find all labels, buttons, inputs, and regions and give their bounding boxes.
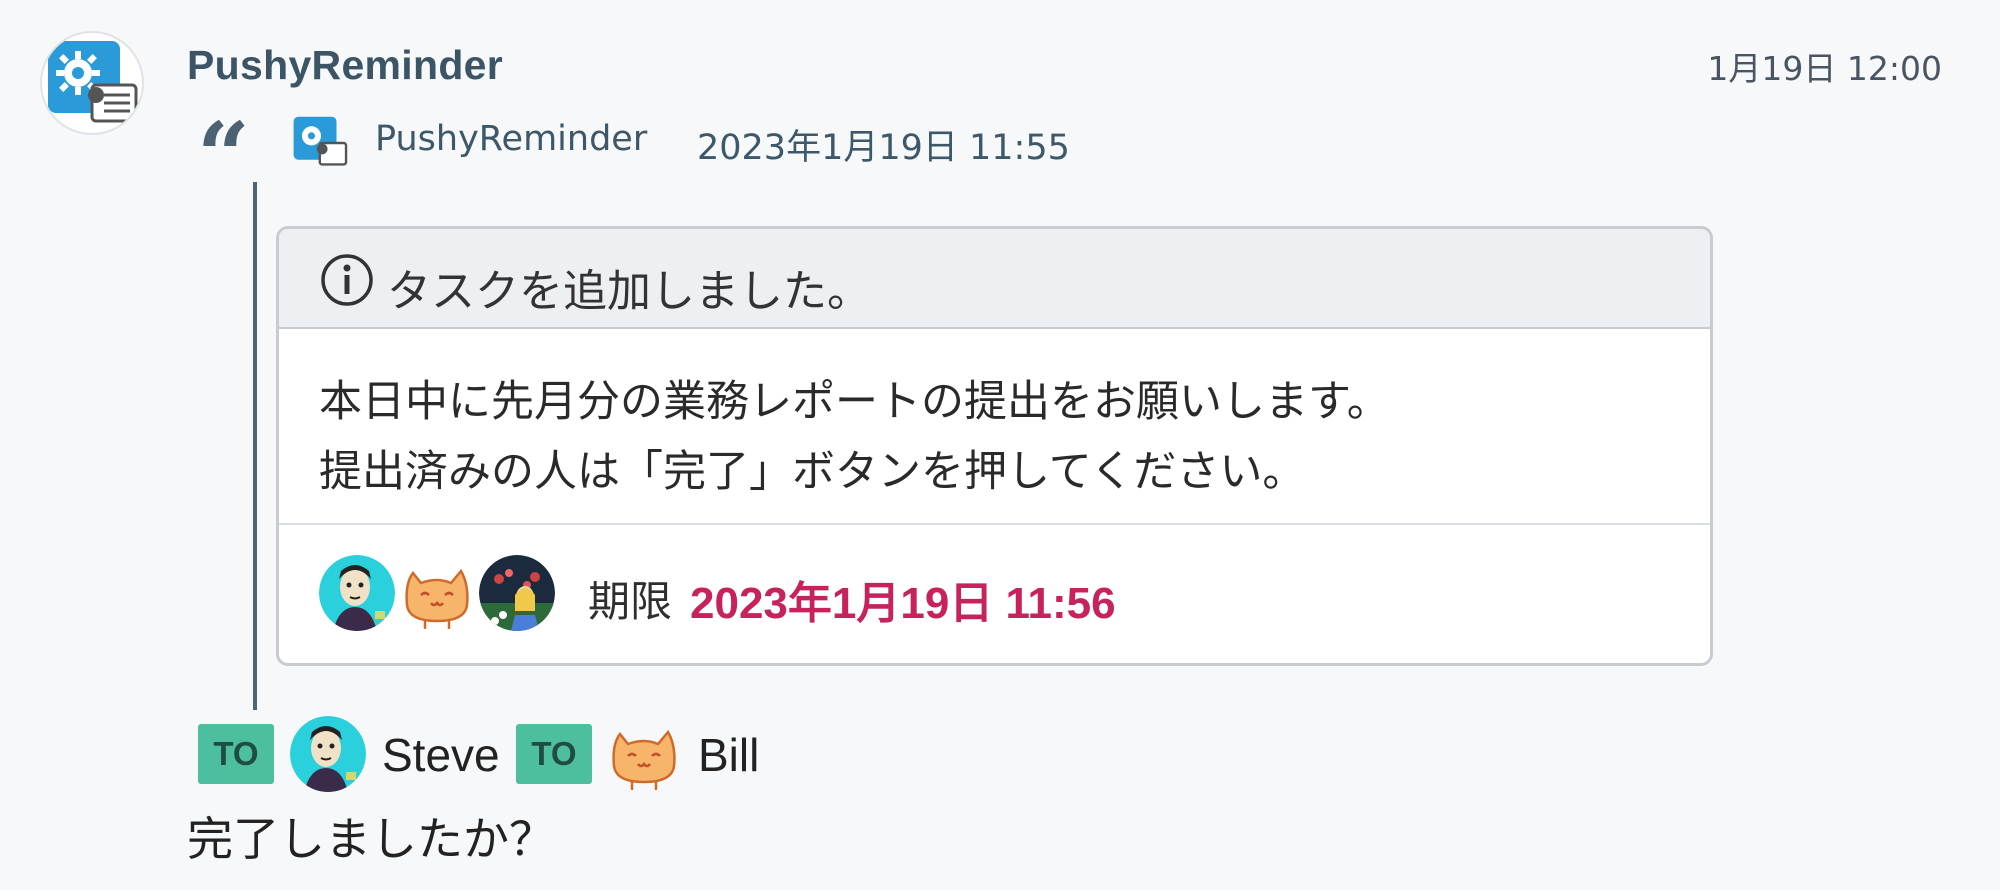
sender-avatar[interactable] <box>40 31 144 135</box>
quote-sender-avatar <box>290 112 352 174</box>
to-avatar-bill[interactable] <box>606 716 682 792</box>
to-badge: TO <box>198 724 274 784</box>
to-name-steve[interactable]: Steve <box>382 728 500 782</box>
info-icon <box>321 254 373 306</box>
to-name-bill[interactable]: Bill <box>698 728 759 782</box>
cat-avatar-icon <box>405 568 469 629</box>
task-header: タスクを追加しました。 <box>279 229 1710 329</box>
cat-avatar-icon <box>612 729 676 790</box>
task-footer: 期限 2023年1月19日 11:56 <box>279 525 1710 663</box>
quote-date: 2023年1月19日 11:55 <box>697 128 1070 168</box>
sender-name[interactable]: PushyReminder <box>187 42 503 89</box>
to-avatar-steve[interactable] <box>290 716 366 792</box>
man-avatar-icon <box>290 716 366 792</box>
task-card: タスクを追加しました。 本日中に先月分の業務レポートの提出をお願いします。 提出… <box>276 226 1713 666</box>
assignee-avatar-cat[interactable] <box>399 555 475 631</box>
message-text: 完了しましたか？ <box>187 812 555 866</box>
assignee-avatar-girl[interactable] <box>479 555 555 631</box>
gear-app-icon <box>48 41 138 123</box>
girl-avatar-icon <box>479 555 555 631</box>
assignee-avatar-man[interactable] <box>319 555 395 631</box>
quote-divider <box>253 182 257 710</box>
quote-sender-name: PushyReminder <box>375 119 648 159</box>
man-avatar-icon <box>319 555 395 631</box>
task-body-line: 提出済みの人は「完了」ボタンを押してください。 <box>319 447 1306 497</box>
task-body: 本日中に先月分の業務レポートの提出をお願いします。 提出済みの人は「完了」ボタン… <box>279 329 1710 525</box>
task-title: タスクを追加しました。 <box>387 266 871 317</box>
to-badge: TO <box>516 724 592 784</box>
deadline-value: 2023年1月19日 11:56 <box>690 579 1116 628</box>
to-mentions: TO Steve TO Bill <box>198 716 898 792</box>
left-quote-icon: “ <box>197 102 250 210</box>
gear-app-icon <box>293 116 348 166</box>
message-timestamp: 1月19日 12:00 <box>1707 49 1942 88</box>
deadline-label: 期限 <box>588 577 673 626</box>
chat-message: PushyReminder 1月19日 12:00 “ PushyReminde… <box>0 0 2000 890</box>
task-body-line: 本日中に先月分の業務レポートの提出をお願いします。 <box>319 377 1390 427</box>
